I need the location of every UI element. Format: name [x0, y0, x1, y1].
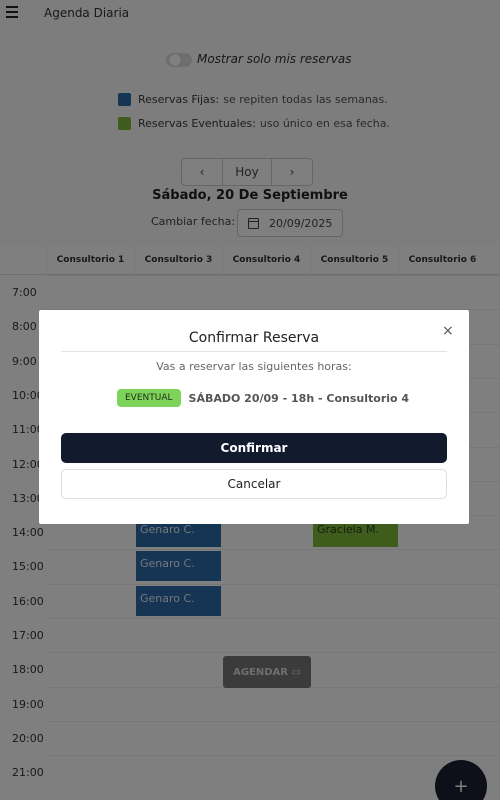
eventual-badge: EVENTUAL	[117, 389, 181, 407]
confirm-modal: Confirmar Reserva × Vas a reservar las s…	[39, 310, 469, 524]
cancel-button[interactable]: Cancelar	[61, 469, 447, 499]
booking-summary: EVENTUAL SÁBADO 20/09 - 18h - Consultori…	[117, 389, 409, 407]
modal-divider	[61, 351, 447, 352]
confirm-button[interactable]: Confirmar	[61, 433, 447, 463]
close-icon[interactable]: ×	[442, 323, 454, 339]
booking-detail: SÁBADO 20/09 - 18h - Consultorio 4	[188, 391, 410, 405]
modal-title: Confirmar Reserva	[188, 330, 320, 346]
modal-subtitle: Vas a reservar las siguientes horas:	[156, 360, 352, 373]
